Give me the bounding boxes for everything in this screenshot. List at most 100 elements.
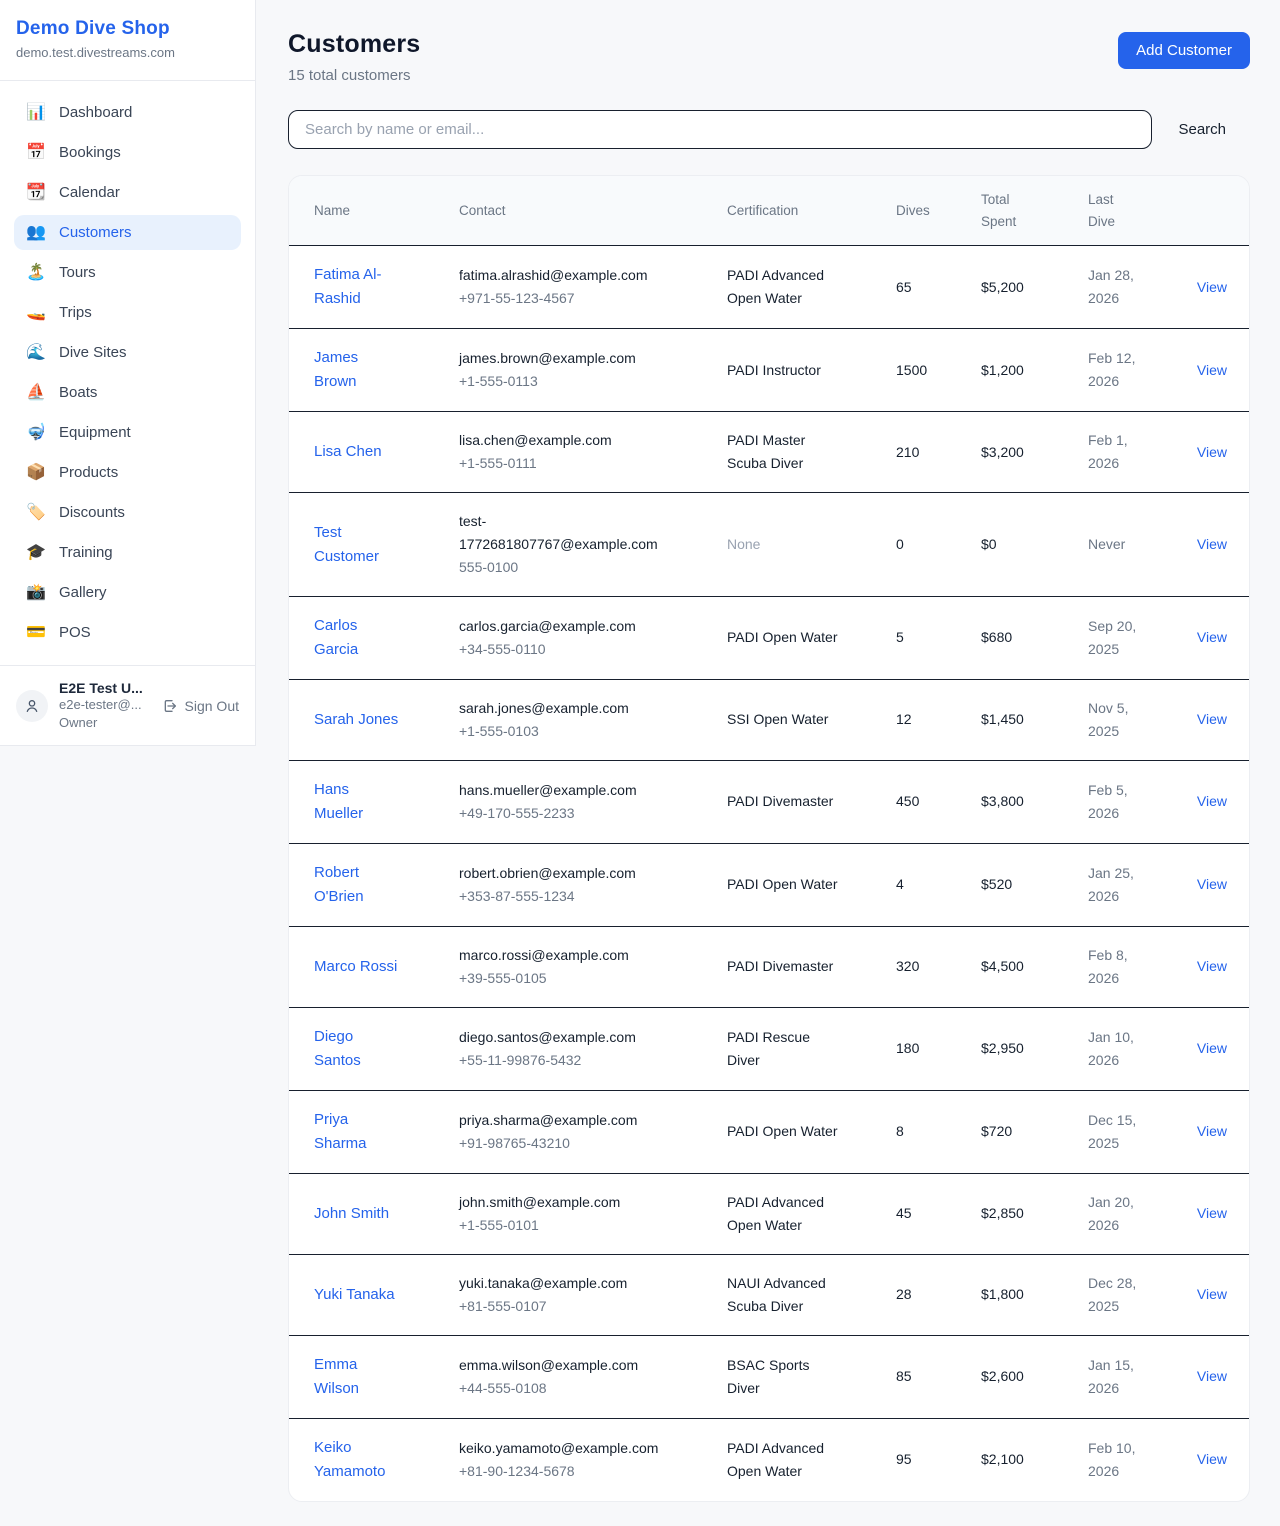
view-link[interactable]: View <box>1197 629 1227 645</box>
credit-card-icon: 💳 <box>26 625 46 641</box>
customer-email: sarah.jones@example.com <box>459 697 671 720</box>
customer-email: hans.mueller@example.com <box>459 779 671 802</box>
view-link[interactable]: View <box>1197 1368 1227 1384</box>
customer-email: john.smith@example.com <box>459 1191 671 1214</box>
view-link[interactable]: View <box>1197 279 1227 295</box>
sidebar-item-boats[interactable]: ⛵ Boats <box>14 375 241 410</box>
sidebar-item-label: Gallery <box>59 584 107 601</box>
view-link[interactable]: View <box>1197 711 1227 727</box>
customer-total-spent: $1,450 <box>981 679 1088 760</box>
customer-certification: PADI Instructor <box>727 359 845 382</box>
customer-certification: PADI Open Water <box>727 1120 845 1143</box>
customer-certification: None <box>727 533 845 556</box>
view-link[interactable]: View <box>1197 536 1227 552</box>
customer-name-link[interactable]: Fatima Al-Rashid <box>314 263 402 311</box>
table-row: Robert O'Brien robert.obrien@example.com… <box>289 843 1250 926</box>
customer-certification: PADI Divemaster <box>727 955 845 978</box>
sidebar-item-pos[interactable]: 💳POS <box>14 615 241 650</box>
view-link[interactable]: View <box>1197 876 1227 892</box>
customer-certification: PADI Open Water <box>727 873 845 896</box>
view-link[interactable]: View <box>1197 958 1227 974</box>
sidebar-item-dive-sites[interactable]: 🌊Dive Sites <box>14 335 241 370</box>
table-row: Diego Santos diego.santos@example.com +5… <box>289 1007 1250 1090</box>
customer-total-spent: $3,800 <box>981 760 1088 843</box>
sidebar-item-customers[interactable]: 👥Customers <box>14 215 241 250</box>
customer-phone: 555-0100 <box>459 556 719 579</box>
customer-name-link[interactable]: Diego Santos <box>314 1025 402 1073</box>
customer-name-link[interactable]: Priya Sharma <box>314 1108 402 1156</box>
customer-total-spent: $0 <box>981 493 1088 597</box>
view-link[interactable]: View <box>1197 1205 1227 1221</box>
customer-name-link[interactable]: Test Customer <box>314 521 402 569</box>
search-input[interactable] <box>288 110 1152 149</box>
customer-phone: +1-555-0103 <box>459 720 719 743</box>
sidebar-item-gallery[interactable]: 📸Gallery <box>14 575 241 610</box>
view-link[interactable]: View <box>1197 793 1227 809</box>
sidebar-item-bookings[interactable]: 📅 Bookings <box>14 135 241 170</box>
sidebar-item-products[interactable]: 📦Products <box>14 455 241 490</box>
view-link[interactable]: View <box>1197 1040 1227 1056</box>
customer-name-link[interactable]: Sarah Jones <box>314 708 398 732</box>
sign-out-button[interactable]: Sign Out <box>162 698 239 714</box>
customer-phone: +55-11-99876-5432 <box>459 1049 719 1072</box>
sidebar-item-label: Equipment <box>59 424 131 441</box>
sidebar-item-tours[interactable]: 🏝️Tours <box>14 255 241 290</box>
view-link[interactable]: View <box>1197 1451 1227 1467</box>
customer-last-dive: Dec 28, 2025 <box>1088 1272 1150 1318</box>
customer-total-spent: $680 <box>981 596 1088 679</box>
customer-count: 15 total customers <box>288 67 420 84</box>
customer-name-link[interactable]: John Smith <box>314 1202 389 1226</box>
sidebar-item-calendar[interactable]: 📆Calendar <box>14 175 241 210</box>
sailboat-icon: ⛵ <box>26 385 46 401</box>
customer-last-dive: Never <box>1088 533 1150 556</box>
customer-name-link[interactable]: Robert O'Brien <box>314 861 402 909</box>
customer-certification: PADI Advanced Open Water <box>727 1191 845 1237</box>
customer-name-link[interactable]: Keiko Yamamoto <box>314 1436 402 1484</box>
view-link[interactable]: View <box>1197 362 1227 378</box>
table-row: John Smith john.smith@example.com +1-555… <box>289 1173 1250 1254</box>
customer-total-spent: $4,500 <box>981 926 1088 1007</box>
customer-name-link[interactable]: Hans Mueller <box>314 778 402 826</box>
customer-dives: 180 <box>896 1007 981 1090</box>
customer-name-link[interactable]: James Brown <box>314 346 402 394</box>
view-link[interactable]: View <box>1197 1286 1227 1302</box>
calendar-icon: 📅 <box>26 145 46 161</box>
sidebar-item-trips[interactable]: 🚤Trips <box>14 295 241 330</box>
customer-total-spent: $720 <box>981 1090 1088 1173</box>
customer-last-dive: Feb 8, 2026 <box>1088 944 1150 990</box>
sidebar-item-label: Dive Sites <box>59 344 127 361</box>
sidebar-item-label: Boats <box>59 384 97 401</box>
customer-name-link[interactable]: Marco Rossi <box>314 955 397 979</box>
customer-name-link[interactable]: Lisa Chen <box>314 440 382 464</box>
customer-last-dive: Sep 20, 2025 <box>1088 615 1150 661</box>
add-customer-button[interactable]: Add Customer <box>1118 32 1250 69</box>
search-button[interactable]: Search <box>1154 111 1250 148</box>
customer-dives: 28 <box>896 1254 981 1335</box>
sidebar-item-label: Discounts <box>59 504 125 521</box>
shop-name[interactable]: Demo Dive Shop <box>16 18 239 40</box>
user-name: E2E Test U... <box>59 680 151 696</box>
sidebar-item-discounts[interactable]: 🏷️Discounts <box>14 495 241 530</box>
customer-dives: 45 <box>896 1173 981 1254</box>
sidebar-item-equipment[interactable]: 🤿Equipment <box>14 415 241 450</box>
sidebar-nav: 📊Dashboard 📅 Bookings 📆Calendar 👥Customers 🏝️… <box>0 81 255 665</box>
customer-email: fatima.alrashid@example.com <box>459 264 671 287</box>
person-icon <box>24 698 40 714</box>
customer-total-spent: $2,950 <box>981 1007 1088 1090</box>
view-link[interactable]: View <box>1197 444 1227 460</box>
table-row: Emma Wilson emma.wilson@example.com +44-… <box>289 1335 1250 1418</box>
sidebar-item-training[interactable]: 🎓Training <box>14 535 241 570</box>
customer-dives: 450 <box>896 760 981 843</box>
customer-dives: 210 <box>896 412 981 493</box>
customer-last-dive: Feb 1, 2026 <box>1088 429 1150 475</box>
customer-name-link[interactable]: Yuki Tanaka <box>314 1283 395 1307</box>
customer-total-spent: $2,600 <box>981 1335 1088 1418</box>
customer-dives: 320 <box>896 926 981 1007</box>
customer-name-link[interactable]: Carlos Garcia <box>314 614 402 662</box>
view-link[interactable]: View <box>1197 1123 1227 1139</box>
customer-name-link[interactable]: Emma Wilson <box>314 1353 402 1401</box>
customer-dives: 65 <box>896 246 981 329</box>
sidebar-item-label: Bookings <box>59 144 121 161</box>
customer-phone: +49-170-555-2233 <box>459 802 719 825</box>
sidebar-item-dashboard[interactable]: 📊Dashboard <box>14 95 241 130</box>
